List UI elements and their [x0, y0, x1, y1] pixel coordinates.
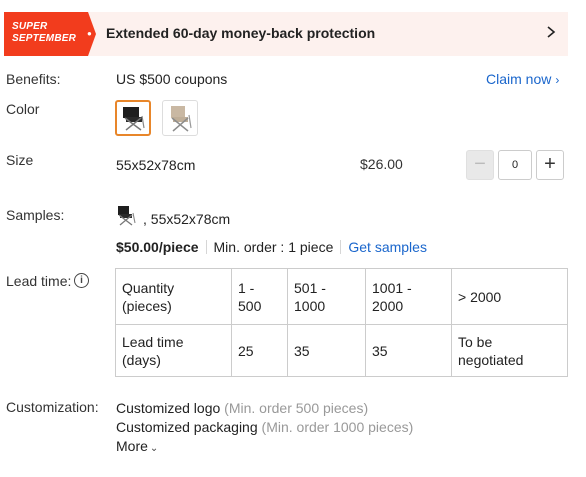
benefits-value: US $500 coupons: [116, 71, 228, 87]
customization-note: (Min. order 500 pieces): [224, 400, 369, 416]
customization-item: Customized packaging (Min. order 1000 pi…: [116, 419, 413, 435]
benefits-label: Benefits:: [6, 71, 61, 87]
decrease-quantity-button[interactable]: −: [466, 150, 494, 180]
samples-label: Samples:: [6, 207, 65, 223]
badge-line-1: SUPER: [12, 21, 48, 32]
table-row: Quantity (pieces) 1 - 500 501 - 1000 100…: [115, 268, 568, 325]
badge-text: SUPER SEPTEMBER: [12, 21, 76, 45]
quantity-stepper: − 0 +: [466, 150, 564, 180]
increase-quantity-button[interactable]: +: [536, 150, 564, 180]
size-value: 55x52x78cm: [116, 157, 196, 173]
lead-time-label: Lead time:: [6, 273, 72, 289]
get-samples-link[interactable]: Get samples: [348, 239, 427, 255]
color-label: Color: [6, 101, 40, 117]
sample-chair-thumbnail: [118, 206, 136, 226]
beige-chair-thumbnail: [171, 106, 192, 132]
banner-text: Extended 60-day money-back protection: [106, 25, 376, 41]
table-cell: Lead time (days): [115, 324, 232, 377]
divider: [205, 240, 207, 254]
color-option-black-chair[interactable]: [115, 100, 151, 136]
color-option-beige-chair[interactable]: [162, 100, 198, 136]
more-label: More: [116, 438, 148, 454]
badge-line-2: SEPTEMBER: [12, 33, 77, 44]
badge-dot-icon: ●: [87, 29, 92, 38]
quantity-input[interactable]: 0: [498, 150, 532, 180]
more-button[interactable]: More ⌄: [116, 438, 158, 454]
table-cell: 25: [231, 324, 288, 377]
chevron-right-icon: ›: [555, 73, 560, 87]
table-cell: 35: [365, 324, 452, 377]
promo-banner[interactable]: SUPER SEPTEMBER ● Extended 60-day money-…: [4, 12, 568, 56]
table-cell: Quantity (pieces): [115, 268, 232, 325]
sample-min-order: Min. order : 1 piece: [213, 239, 334, 255]
table-row: Lead time (days) 25 35 35 To be negotiat…: [115, 324, 568, 377]
table-cell: To be negotiated: [451, 324, 568, 377]
size-label: Size: [6, 152, 34, 168]
chevron-down-icon: ⌄: [149, 443, 159, 454]
divider: [340, 240, 342, 254]
size-price: $26.00: [360, 156, 403, 172]
table-cell: > 2000: [451, 268, 568, 325]
claim-now-link[interactable]: Claim now ›: [486, 71, 559, 87]
customization-label: Customization:: [6, 399, 99, 415]
table-cell: 35: [287, 324, 366, 377]
customization-name: Customized packaging: [116, 419, 258, 435]
chevron-right-icon[interactable]: [544, 22, 558, 42]
sample-size: , 55x52x78cm: [143, 211, 231, 227]
table-cell: 501 - 1000: [287, 268, 366, 325]
claim-now-label: Claim now: [486, 71, 552, 87]
customization-name: Customized logo: [116, 400, 221, 416]
sample-price: $50.00/piece: [116, 239, 199, 255]
super-september-badge: SUPER SEPTEMBER ●: [4, 12, 96, 56]
black-chair-thumbnail: [123, 107, 145, 131]
customization-item: Customized logo (Min. order 500 pieces): [116, 400, 368, 416]
sample-details: $50.00/piece Min. order : 1 piece Get samp…: [116, 239, 427, 255]
customization-note: (Min. order 1000 pieces): [261, 419, 414, 435]
table-cell: 1001 - 2000: [365, 268, 452, 325]
lead-time-table: Quantity (pieces) 1 - 500 501 - 1000 100…: [115, 268, 568, 377]
table-cell: 1 - 500: [231, 268, 288, 325]
info-icon[interactable]: i: [74, 273, 89, 288]
